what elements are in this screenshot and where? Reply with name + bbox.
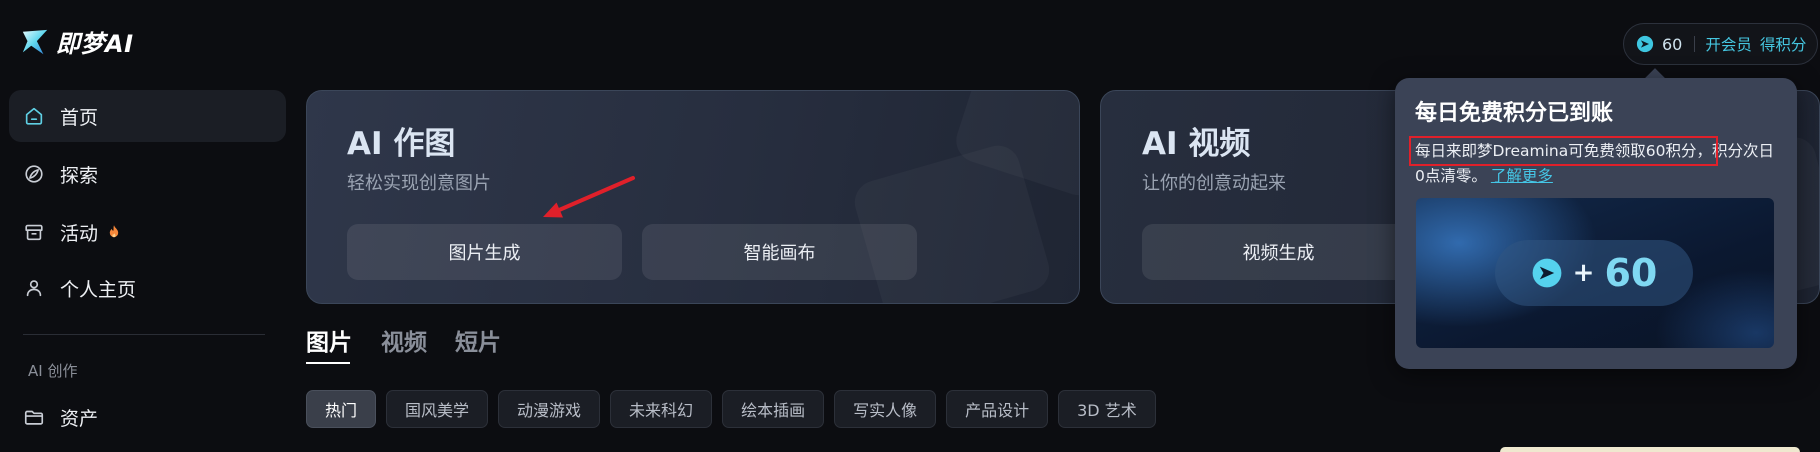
active-tab-indicator <box>306 362 350 364</box>
user-icon <box>23 277 45 299</box>
credit-icon <box>1531 257 1563 289</box>
sidebar-item-profile[interactable]: 个人主页 <box>9 262 286 314</box>
tab-videos[interactable]: 视频 <box>381 329 427 357</box>
popup-title: 每日免费积分已到账 <box>1415 101 1614 126</box>
folder-icon <box>23 406 45 428</box>
category-chip-3d-art[interactable]: 3D 艺术 <box>1058 390 1156 428</box>
sidebar-item-label: 首页 <box>60 106 99 129</box>
category-chips: 热门 国风美学 动漫游戏 未来科幻 绘本插画 写实人像 产品设计 3D 艺术 <box>306 390 1156 428</box>
daily-credits-popup: 每日免费积分已到账 每日来即梦Dreamina可免费领取60积分，积分次日0点清… <box>1395 78 1797 369</box>
earn-credits-link[interactable]: 得积分 <box>1760 33 1807 55</box>
home-icon <box>23 105 45 127</box>
sidebar-item-label: 活动 <box>60 222 99 245</box>
dreamina-logo-icon <box>20 27 50 57</box>
card-subtitle: 让你的创意动起来 <box>1142 173 1286 194</box>
membership-link[interactable]: 开会员 <box>1705 33 1752 55</box>
card-title: AI 视频 <box>1142 126 1251 162</box>
ai-image-card: AI 作图 轻松实现创意图片 图片生成 智能画布 <box>306 90 1080 304</box>
sidebar-item-home[interactable]: 首页 <box>9 90 286 142</box>
logo-text: 即梦AI <box>56 30 134 58</box>
category-chip-hot[interactable]: 热门 <box>306 390 377 428</box>
banner-plus: + <box>1572 258 1595 288</box>
credits-pill[interactable]: 60 开会员 得积分 <box>1623 23 1818 65</box>
credits-banner-pill: + 60 <box>1495 240 1693 306</box>
category-chip-illustration[interactable]: 绘本插画 <box>722 390 825 428</box>
tab-images[interactable]: 图片 <box>306 329 352 357</box>
flame-icon <box>106 224 122 240</box>
category-chip-portrait[interactable]: 写实人像 <box>834 390 937 428</box>
sidebar-divider <box>23 334 265 335</box>
credits-banner: + 60 <box>1416 198 1774 348</box>
smart-canvas-button[interactable]: 智能画布 <box>642 224 917 280</box>
highlighted-text: 每日来即梦Dreamina可免费领取60积分， <box>1409 136 1718 166</box>
sidebar-item-label: 个人主页 <box>60 278 137 301</box>
sidebar-item-label: 探索 <box>60 164 99 187</box>
compass-icon <box>23 163 45 185</box>
credits-separator <box>1694 36 1696 52</box>
category-chip-product-design[interactable]: 产品设计 <box>946 390 1049 428</box>
category-chip-chinese-style[interactable]: 国风美学 <box>386 390 489 428</box>
gift-box-icon <box>23 221 45 243</box>
sidebar-item-assets[interactable]: 资产 <box>9 391 286 443</box>
sidebar-item-activity[interactable]: 活动 <box>9 206 286 258</box>
credits-value: 60 <box>1662 34 1683 54</box>
sidebar-item-label: 资产 <box>60 407 99 430</box>
card-title: AI 作图 <box>347 126 456 162</box>
category-chip-sci-fi[interactable]: 未来科幻 <box>610 390 713 428</box>
credit-icon <box>1636 35 1654 53</box>
card-subtitle: 轻松实现创意图片 <box>347 173 491 194</box>
category-chip-anime-games[interactable]: 动漫游戏 <box>498 390 601 428</box>
popup-message: 每日来即梦Dreamina可免费领取60积分，积分次日0点清零。 了解更多 <box>1409 136 1779 189</box>
app-logo[interactable]: 即梦AI <box>20 24 134 59</box>
content-preview-edge <box>1500 447 1800 452</box>
banner-amount: 60 <box>1604 251 1658 295</box>
sidebar-item-explore[interactable]: 探索 <box>9 148 286 200</box>
sidebar-section-label: AI 创作 <box>28 362 78 380</box>
video-generate-button[interactable]: 视频生成 <box>1142 224 1415 280</box>
image-generate-button[interactable]: 图片生成 <box>347 224 622 280</box>
learn-more-link[interactable]: 了解更多 <box>1491 167 1553 185</box>
tab-shorts[interactable]: 短片 <box>455 329 501 357</box>
